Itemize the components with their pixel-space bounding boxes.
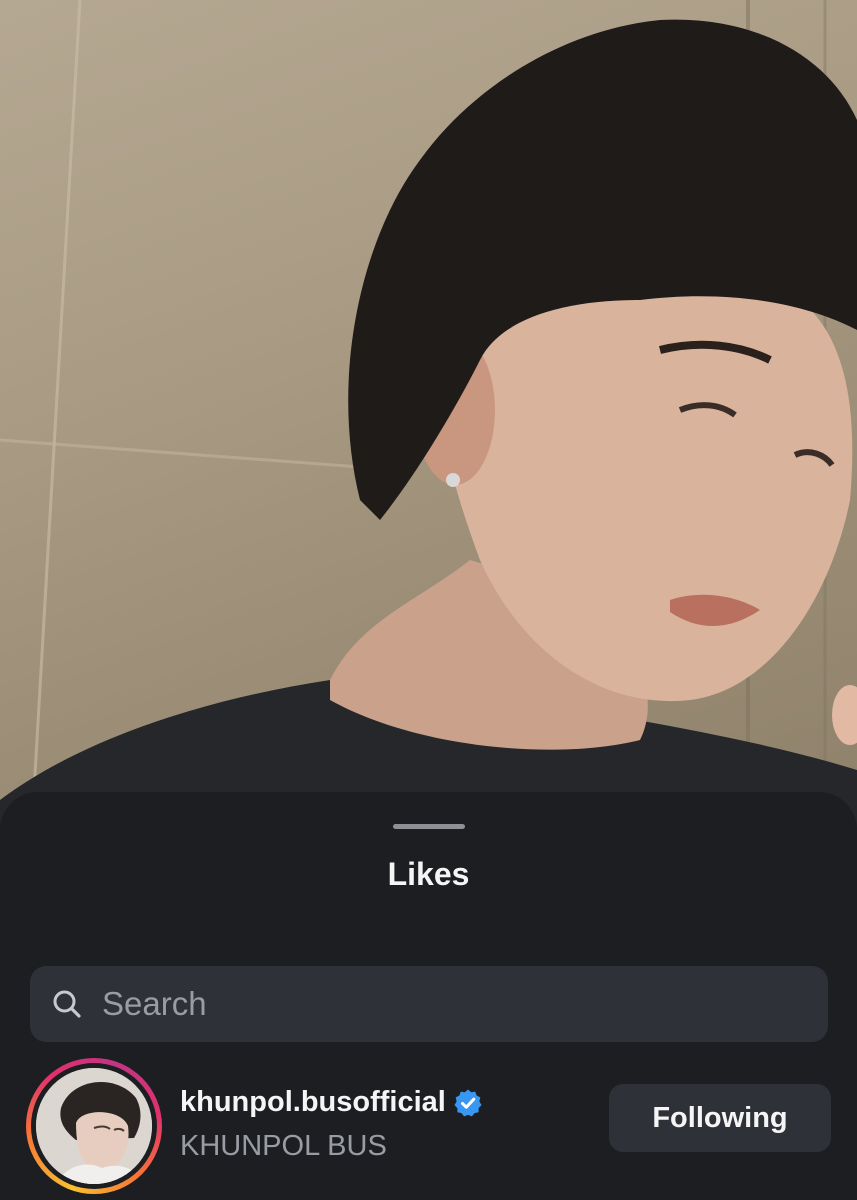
post-photo-illustration <box>0 0 857 860</box>
search-icon <box>52 989 82 1019</box>
full-name: KHUNPOL BUS <box>180 1130 387 1162</box>
verified-badge-icon <box>453 1088 483 1118</box>
username[interactable]: khunpol.busofficial <box>180 1086 446 1119</box>
likes-sheet: Likes Search khunpol.busofficial KHUNPOL… <box>0 792 857 1200</box>
search-input[interactable] <box>102 985 828 1023</box>
sheet-title: Likes <box>387 856 470 892</box>
post-photo <box>0 0 857 860</box>
avatar[interactable] <box>36 1068 152 1184</box>
following-button[interactable]: Following <box>609 1084 831 1152</box>
username-line: khunpol.busofficial <box>180 1086 483 1119</box>
sheet-grabber-handle[interactable] <box>393 824 465 829</box>
like-list-item[interactable]: khunpol.busofficial KHUNPOL BUS Followin… <box>0 1056 857 1194</box>
story-ring[interactable] <box>26 1058 162 1194</box>
search-bar[interactable] <box>30 966 828 1042</box>
screen: Likes Search khunpol.busofficial KHUNPOL… <box>0 0 857 1200</box>
